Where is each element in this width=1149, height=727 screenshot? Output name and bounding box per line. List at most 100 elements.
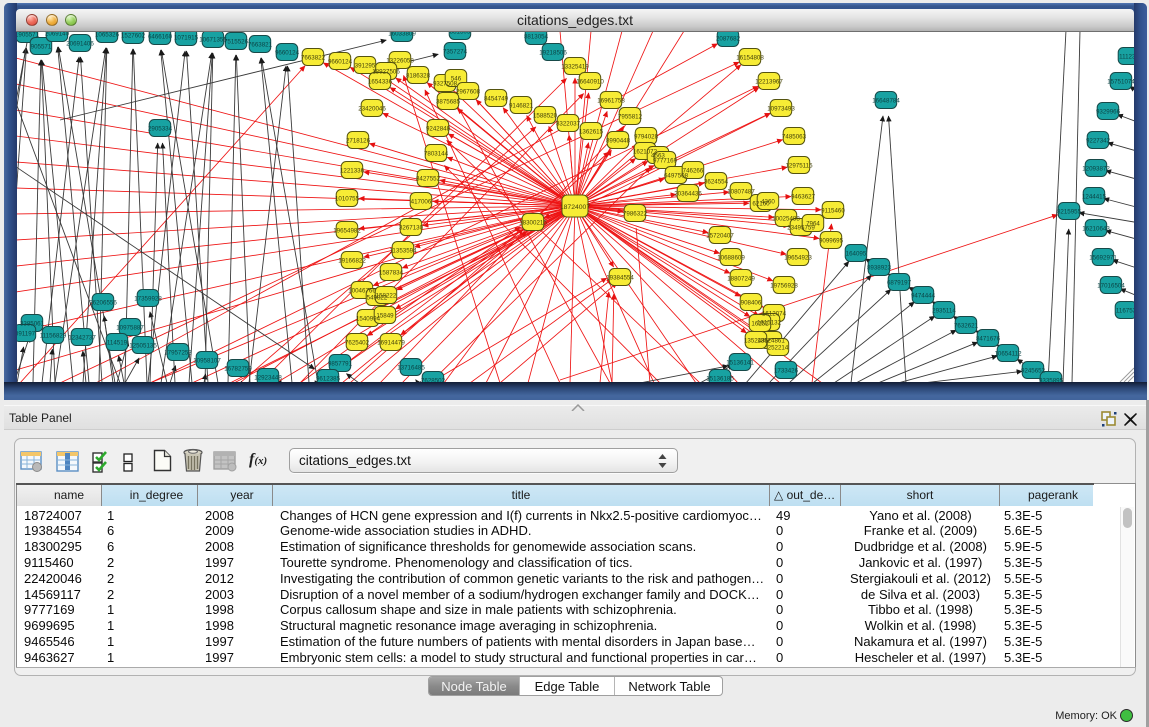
svg-text:252214: 252214 — [768, 345, 789, 352]
svg-text:19756928: 19756928 — [770, 283, 798, 290]
svg-text:13716485: 13716485 — [397, 365, 425, 372]
svg-text:1733426: 1733426 — [774, 368, 799, 375]
svg-text:7986322: 7986322 — [623, 211, 648, 218]
svg-text:1010755: 1010755 — [335, 196, 360, 203]
svg-text:111236: 111236 — [1119, 54, 1134, 61]
svg-text:1221336: 1221336 — [340, 168, 365, 175]
svg-text:7628502: 7628502 — [421, 378, 446, 383]
svg-text:16210643: 16210643 — [1082, 226, 1110, 233]
svg-text:11156829: 11156829 — [40, 333, 67, 340]
svg-text:15136141: 15136141 — [726, 360, 754, 367]
svg-text:16961758: 16961758 — [597, 98, 625, 105]
svg-text:15751074: 15751074 — [1107, 79, 1134, 86]
svg-text:19218506: 19218506 — [539, 50, 567, 57]
svg-text:391197: 391197 — [17, 331, 36, 338]
svg-text:1588520: 1588520 — [533, 113, 558, 120]
svg-text:3875685: 3875685 — [436, 99, 461, 106]
svg-text:10688609: 10688609 — [717, 255, 745, 262]
svg-text:13226058: 13226058 — [386, 58, 414, 65]
svg-text:20364436: 20364436 — [674, 191, 702, 198]
svg-text:10046766: 10046766 — [348, 288, 376, 295]
svg-text:1065326: 1065326 — [95, 32, 120, 39]
svg-text:1587834: 1587834 — [379, 270, 404, 277]
svg-text:2087682: 2087682 — [716, 36, 741, 43]
svg-text:19654923: 19654923 — [784, 255, 812, 262]
svg-text:26206556: 26206556 — [89, 300, 117, 307]
svg-text:9245652: 9245652 — [1021, 368, 1046, 375]
svg-text:8427552: 8427552 — [416, 176, 441, 183]
svg-text:10973493: 10973493 — [767, 106, 795, 113]
svg-text:12093872: 12093872 — [1082, 166, 1110, 173]
svg-text:16914479: 16914479 — [377, 340, 405, 347]
svg-text:19166822: 19166822 — [338, 258, 366, 265]
svg-text:17016504: 17016504 — [1097, 283, 1125, 290]
svg-text:16640910: 16640910 — [576, 79, 604, 86]
svg-text:9146821: 9146821 — [509, 103, 534, 110]
svg-text:8322037: 8322037 — [556, 121, 581, 128]
svg-text:8454749: 8454749 — [484, 96, 509, 103]
svg-text:3624554: 3624554 — [704, 179, 729, 186]
svg-text:19654982: 19654982 — [333, 228, 361, 235]
svg-text:9227342: 9227342 — [1086, 138, 1111, 145]
svg-text:1654336: 1654336 — [368, 79, 393, 86]
svg-text:18300215: 18300215 — [519, 220, 547, 227]
svg-text:1527602: 1527602 — [121, 33, 146, 40]
svg-text:7964: 7964 — [806, 221, 820, 228]
svg-text:1244415: 1244415 — [1082, 194, 1107, 201]
svg-text:12505135: 12505135 — [129, 343, 157, 350]
svg-text:9335895: 9335895 — [1039, 378, 1064, 383]
svg-text:6466160: 6466160 — [148, 34, 173, 41]
svg-text:9474444: 9474444 — [911, 293, 936, 300]
svg-text:16782759: 16782759 — [224, 366, 252, 373]
svg-text:10958107: 10958107 — [193, 358, 221, 365]
svg-text:13325419: 13325419 — [561, 64, 589, 71]
svg-text:17957253: 17957253 — [164, 350, 192, 357]
svg-text:158222: 158222 — [376, 293, 397, 300]
svg-text:9463627: 9463627 — [791, 194, 816, 201]
svg-text:8813054: 8813054 — [524, 34, 549, 41]
svg-text:881305: 881305 — [450, 32, 471, 36]
svg-text:7625402: 7625402 — [345, 340, 370, 347]
svg-text:7485063: 7485063 — [782, 134, 807, 141]
svg-text:116753: 116753 — [1116, 308, 1134, 315]
svg-text:8990448: 8990448 — [606, 138, 631, 145]
svg-text:1612074: 1612074 — [762, 311, 787, 318]
svg-text:18927506: 18927506 — [372, 69, 400, 76]
svg-text:7663821: 7663821 — [248, 42, 273, 49]
svg-text:10807487: 10807487 — [727, 189, 755, 196]
svg-text:20691406: 20691406 — [66, 41, 94, 48]
svg-text:19384554: 19384554 — [606, 275, 634, 282]
svg-text:16033809: 16033809 — [388, 32, 416, 38]
svg-text:8186328: 8186328 — [406, 73, 431, 80]
svg-text:23420046: 23420046 — [358, 106, 386, 113]
svg-text:16648784: 16648784 — [872, 98, 900, 105]
svg-text:1905571: 1905571 — [17, 32, 40, 39]
svg-text:8938923: 8938923 — [867, 265, 892, 272]
svg-text:7515526: 7515526 — [224, 39, 249, 46]
svg-text:9857791: 9857791 — [328, 361, 353, 368]
svg-text:8471676: 8471676 — [976, 336, 1001, 343]
svg-text:7663822: 7663822 — [301, 55, 326, 62]
svg-text:16154808: 16154808 — [736, 55, 764, 62]
svg-text:3267130: 3267130 — [399, 225, 424, 232]
svg-text:12342737: 12342737 — [68, 335, 96, 342]
svg-text:7357274: 7357274 — [443, 49, 468, 56]
svg-text:3385061: 3385061 — [20, 321, 45, 328]
svg-text:16151: 16151 — [751, 321, 769, 328]
svg-text:417006: 417006 — [411, 199, 432, 206]
svg-text:17359928: 17359928 — [134, 296, 162, 303]
svg-text:6879197: 6879197 — [887, 280, 912, 287]
svg-text:18724007: 18724007 — [560, 204, 590, 211]
svg-text:8215955: 8215955 — [1057, 209, 1082, 216]
svg-text:9794028: 9794028 — [634, 134, 659, 141]
svg-text:12975115: 12975115 — [785, 163, 813, 170]
svg-text:12213967: 12213967 — [755, 79, 783, 86]
svg-text:1071915: 1071915 — [174, 35, 199, 42]
svg-text:7632621: 7632621 — [954, 323, 979, 330]
svg-text:2718126: 2718126 — [346, 138, 371, 145]
svg-text:114519: 114519 — [107, 340, 128, 347]
svg-text:164095: 164095 — [846, 251, 867, 258]
svg-text:15136185: 15136185 — [706, 376, 734, 383]
svg-text:9329966: 9329966 — [1096, 109, 1121, 116]
svg-text:15849: 15849 — [376, 313, 394, 320]
